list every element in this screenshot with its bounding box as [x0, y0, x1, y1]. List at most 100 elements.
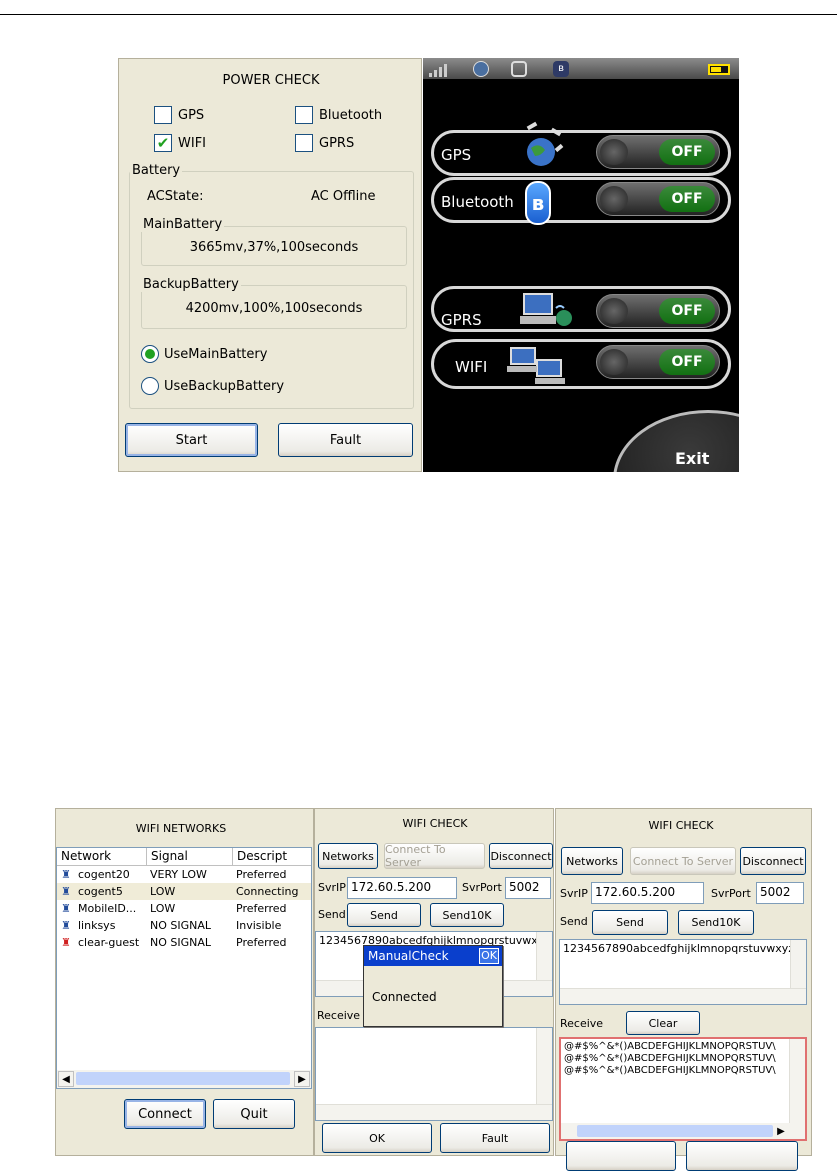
gps-checkbox[interactable]: GPS	[154, 106, 204, 124]
receive-line: @#$%^&*()ABCDEFGHIJKLMNOPQRSTUV\	[564, 1065, 776, 1076]
list-item[interactable]: ♜ clear-guest NO SIGNAL Preferred	[57, 934, 311, 951]
list-item[interactable]: ♜ cogent5 LOW Connecting	[57, 883, 311, 900]
checkbox-box[interactable]	[295, 134, 313, 152]
bluetooth-checkbox[interactable]: Bluetooth	[295, 106, 382, 124]
clear-button[interactable]: Clear	[626, 1011, 700, 1035]
ok-button[interactable]: OK	[322, 1123, 432, 1153]
disconnect-button[interactable]: Disconnect	[740, 847, 806, 875]
list-item[interactable]: ♜ linksys NO SIGNAL Invisible	[57, 917, 311, 934]
gprs-checkbox[interactable]: GPRS	[295, 134, 354, 152]
radio-selected-icon[interactable]	[141, 345, 159, 363]
receive-hscrollbar[interactable]: ▶	[561, 1123, 805, 1139]
receive-vscrollbar[interactable]	[536, 1028, 552, 1104]
power-check-window: POWER CHECK GPS Bluetooth ✔ WIFI GPRS Bat…	[118, 58, 422, 472]
gprs-toggle-state: OFF	[659, 298, 715, 324]
send-label: Send	[318, 908, 346, 921]
receive-hscrollbar[interactable]	[316, 1104, 552, 1120]
use-main-battery-radio[interactable]: UseMainBattery	[141, 345, 267, 363]
main-battery-value: 3665mv,37%,100seconds	[189, 240, 359, 255]
send10k-button[interactable]: Send10K	[678, 910, 754, 935]
network-list[interactable]: Network Signal Descript ♜ cogent20 VERY …	[56, 847, 312, 1089]
svrip-input[interactable]: 172.60.5.200	[591, 882, 704, 904]
antenna-icon	[511, 61, 527, 77]
backup-battery-value: 4200mv,100%,100seconds	[185, 301, 363, 316]
ok-button-partial[interactable]	[566, 1141, 676, 1171]
status-bar	[423, 58, 739, 79]
svrport-input[interactable]: 5002	[756, 882, 804, 904]
send-button[interactable]: Send	[347, 903, 421, 927]
dialog-ok-button[interactable]: OK	[479, 948, 499, 964]
send-textarea[interactable]: 1234567890abcedfghijklmnopqrstuvwxyz	[559, 939, 807, 1005]
list-item[interactable]: ♜ MobileID... LOW Preferred	[57, 900, 311, 917]
gps-toggle-state: OFF	[659, 139, 715, 165]
receive-textarea[interactable]: @#$%^&*()ABCDEFGHIJKLMNOPQRSTUV\ @#$%^&*…	[559, 1037, 807, 1141]
exit-label: Exit	[675, 449, 710, 468]
networks-button[interactable]: Networks	[318, 843, 378, 869]
user-network-icon: ♜	[61, 902, 71, 915]
send-hscrollbar[interactable]	[560, 988, 806, 1004]
checkbox-box[interactable]	[295, 106, 313, 124]
bluetooth-toggle-state: OFF	[659, 186, 715, 212]
send-vscrollbar[interactable]	[536, 932, 552, 980]
disconnected-network-icon: ♜	[61, 936, 71, 949]
bluetooth-status-icon: ʙ	[553, 61, 569, 77]
connect-button[interactable]: Connect	[124, 1099, 206, 1129]
computers-wifi-icon	[507, 340, 567, 388]
computer-globe-icon	[518, 288, 574, 332]
svrip-input[interactable]: 172.60.5.200	[347, 877, 457, 899]
networks-button[interactable]: Networks	[561, 847, 623, 875]
scroll-left-icon[interactable]: ◀	[58, 1071, 74, 1087]
device-toggle-panel: ʙ GPS OFF Bluetooth ʙ OFF GPRS OFF WIFI …	[423, 58, 739, 472]
send-vscrollbar[interactable]	[790, 940, 806, 988]
start-button[interactable]: Start	[125, 423, 258, 457]
send-button[interactable]: Send	[592, 910, 668, 935]
network-list-header: Network Signal Descript	[57, 848, 311, 866]
gprs-label: GPRS	[441, 311, 482, 329]
dialog-title: ManualCheck	[368, 949, 449, 963]
connect-to-server-button[interactable]: Connect To Server	[630, 847, 736, 875]
disconnect-button[interactable]: Disconnect	[489, 843, 553, 869]
use-backup-battery-radio[interactable]: UseBackupBattery	[141, 377, 284, 395]
fault-button[interactable]: Fault	[440, 1123, 550, 1153]
wifi-check-window-2: WIFI CHECK Networks Connect To Server Di…	[555, 808, 812, 1171]
receive-textarea[interactable]	[315, 1027, 553, 1121]
fault-button-partial[interactable]	[686, 1141, 798, 1171]
checkmark-icon[interactable]: ✔	[154, 134, 172, 152]
send10k-button[interactable]: Send10K	[430, 903, 504, 927]
checkbox-box[interactable]	[154, 106, 172, 124]
wifi-toggle[interactable]: OFF	[596, 345, 720, 379]
scroll-right-icon[interactable]: ▶	[773, 1123, 789, 1139]
radio-unselected-icon[interactable]	[141, 377, 159, 395]
svrip-label: SvrIP	[560, 887, 588, 900]
svrport-label: SvrPort	[462, 881, 502, 894]
gprs-toggle[interactable]: OFF	[596, 294, 720, 328]
wifi-checkbox[interactable]: ✔ WIFI	[154, 134, 206, 152]
user-network-icon: ♜	[61, 919, 71, 932]
toggle-knob	[600, 186, 628, 212]
wifi-networks-window: WIFI NETWORKS Network Signal Descript ♜ …	[55, 808, 314, 1156]
bluetooth-toggle[interactable]: OFF	[596, 182, 720, 216]
wifi-label: WIFI	[455, 358, 488, 376]
wifi-check-title: WIFI CHECK	[402, 817, 468, 830]
main-battery-label: MainBattery	[141, 217, 225, 232]
receive-vscrollbar[interactable]	[789, 1039, 805, 1123]
connect-to-server-button[interactable]: Connect To Server	[384, 843, 485, 869]
list-item[interactable]: ♜ cogent20 VERY LOW Preferred	[57, 866, 311, 883]
fault-button[interactable]: Fault	[278, 423, 413, 457]
user-network-icon: ♜	[61, 885, 71, 898]
scroll-thumb[interactable]	[577, 1125, 773, 1137]
gps-toggle[interactable]: OFF	[596, 135, 720, 169]
column-network[interactable]: Network	[57, 848, 147, 865]
svrport-input[interactable]: 5002	[505, 877, 551, 899]
scroll-right-icon[interactable]: ▶	[294, 1071, 310, 1087]
scroll-thumb[interactable]	[76, 1072, 290, 1085]
column-descript[interactable]: Descript	[233, 848, 311, 865]
wifi-toggle-state: OFF	[659, 349, 715, 375]
quit-button[interactable]: Quit	[213, 1099, 295, 1129]
column-signal[interactable]: Signal	[147, 848, 233, 865]
dialog-message: Connected	[372, 990, 437, 1004]
toggle-knob	[600, 139, 628, 165]
network-list-hscrollbar[interactable]: ◀ ▶	[57, 1070, 311, 1088]
send-label: Send	[560, 915, 588, 928]
svrip-label: SvrIP	[318, 881, 346, 894]
